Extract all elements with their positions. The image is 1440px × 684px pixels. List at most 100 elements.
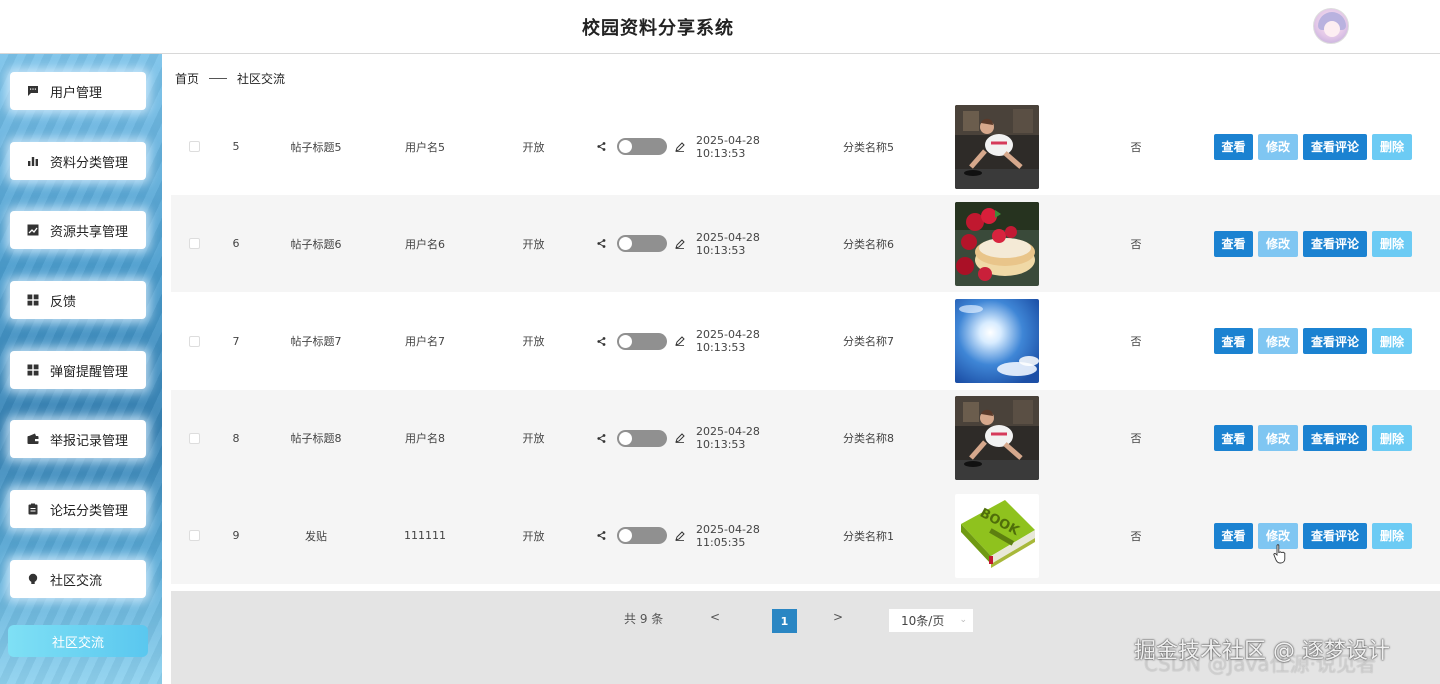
breadcrumb: 首页 社区交流 — [175, 70, 285, 87]
post-image-thumbnail[interactable] — [955, 299, 1039, 384]
table-row: 7 帖子标题7 用户名7 开放 2025-04-28 10:13:53 分类名称… — [171, 293, 1440, 390]
row-checkbox[interactable] — [188, 530, 200, 542]
sidebar-item-forum-category[interactable]: 论坛分类管理 — [10, 490, 146, 528]
view-comments-button[interactable]: 查看评论 — [1303, 328, 1367, 355]
table-row: 9 发贴 111111 开放 2025-04-28 11:05:35 分类名称1… — [171, 487, 1440, 585]
toggle-knob — [619, 529, 632, 543]
page-size-select[interactable]: 10条/页 ⌄ — [889, 609, 973, 632]
sidebar-item-resource-sharing[interactable]: 资源共享管理 — [10, 211, 146, 249]
edit-button[interactable]: 修改 — [1258, 425, 1298, 452]
status-toggle[interactable] — [617, 138, 667, 155]
post-user: 用户名5 — [405, 140, 445, 154]
view-button[interactable]: 查看 — [1214, 425, 1253, 452]
sidebar-item-report-records[interactable]: 举报记录管理 — [10, 420, 146, 458]
post-flag: 否 — [1130, 237, 1142, 251]
post-title: 帖子标题7 — [290, 335, 342, 349]
post-status: 开放 — [522, 140, 545, 154]
post-image-thumbnail[interactable] — [955, 201, 1039, 286]
post-category: 分类名称7 — [843, 335, 894, 349]
post-category: 分类名称1 — [843, 529, 894, 543]
breadcrumb-home[interactable]: 首页 — [175, 70, 199, 87]
delete-button[interactable]: 删除 — [1372, 133, 1412, 160]
view-button[interactable]: 查看 — [1214, 522, 1253, 549]
share-icon[interactable] — [596, 239, 606, 249]
post-image-thumbnail[interactable]: BOOK — [955, 493, 1039, 578]
post-flag: 否 — [1130, 335, 1142, 349]
post-category: 分类名称8 — [843, 432, 894, 446]
top-header: 校园资料分享系统 — [0, 0, 1440, 54]
row-index: 7 — [232, 334, 240, 348]
toggle-knob — [619, 431, 632, 445]
prev-page-button[interactable]: < — [710, 610, 720, 624]
status-toggle[interactable] — [617, 332, 667, 350]
post-title: 帖子标题8 — [290, 432, 342, 446]
share-icon[interactable] — [596, 336, 606, 346]
edit-pencil-icon[interactable] — [675, 239, 685, 249]
row-checkbox[interactable] — [188, 335, 200, 347]
view-comments-button[interactable]: 查看评论 — [1303, 133, 1367, 160]
status-toggle[interactable] — [617, 527, 667, 545]
post-flag: 否 — [1130, 529, 1142, 543]
post-status: 开放 — [522, 529, 545, 543]
delete-button[interactable]: 删除 — [1372, 425, 1412, 452]
edit-button[interactable]: 修改 — [1258, 230, 1298, 257]
sidebar-item-category-management[interactable]: 资料分类管理 — [10, 142, 146, 180]
post-image-thumbnail[interactable] — [955, 396, 1039, 481]
share-icon[interactable] — [596, 433, 606, 443]
breadcrumb-current: 社区交流 — [237, 72, 286, 86]
view-button[interactable]: 查看 — [1214, 328, 1253, 355]
post-flag: 否 — [1130, 432, 1142, 446]
sidebar-item-label: 资料分类管理 — [50, 155, 129, 171]
view-comments-button[interactable]: 查看评论 — [1303, 230, 1367, 257]
sidebar-item-community[interactable]: 社区交流 — [10, 560, 146, 598]
breadcrumb-separator — [209, 78, 228, 79]
edit-button[interactable]: 修改 — [1258, 133, 1298, 160]
post-status: 开放 — [522, 335, 545, 349]
edit-button[interactable]: 修改 — [1258, 328, 1298, 355]
share-icon[interactable] — [596, 531, 606, 541]
avatar-face — [1324, 21, 1340, 37]
line-chart-icon — [26, 223, 40, 237]
row-checkbox[interactable] — [188, 141, 200, 152]
sidebar-item-label: 用户管理 — [50, 85, 103, 101]
edit-pencil-icon[interactable] — [675, 336, 685, 346]
delete-button[interactable]: 删除 — [1372, 230, 1412, 257]
next-page-button[interactable]: > — [833, 610, 843, 624]
row-checkbox[interactable] — [188, 432, 200, 444]
mouse-cursor-icon — [1273, 544, 1287, 568]
grid-icon — [26, 293, 40, 307]
status-toggle[interactable] — [617, 429, 667, 447]
watermark-primary: 掘金技术社区 @ 逐梦设计 — [1134, 639, 1390, 664]
sidebar-item-feedback[interactable]: 反馈 — [10, 281, 146, 319]
post-image-thumbnail[interactable] — [955, 104, 1039, 189]
view-button[interactable]: 查看 — [1214, 230, 1253, 257]
edit-pencil-icon[interactable] — [675, 141, 685, 152]
app-title: 校园资料分享系统 — [582, 18, 734, 39]
sidebar-item-popup-reminder[interactable]: 弹窗提醒管理 — [10, 351, 146, 389]
edit-pencil-icon[interactable] — [675, 433, 685, 444]
edit-pencil-icon[interactable] — [675, 530, 685, 541]
toggle-knob — [619, 237, 632, 251]
sidebar-subitem-community[interactable]: 社区交流 — [8, 625, 148, 657]
delete-button[interactable]: 删除 — [1372, 328, 1412, 355]
post-user: 111111 — [404, 529, 446, 543]
message-icon — [26, 84, 40, 98]
page-number-current[interactable]: 1 — [772, 609, 797, 633]
table-row: 5 帖子标题5 用户名5 开放 2025-04-28 10:13:53 分类名称… — [171, 98, 1440, 195]
status-toggle[interactable] — [617, 235, 667, 253]
delete-button[interactable]: 删除 — [1372, 522, 1412, 549]
row-checkbox[interactable] — [188, 238, 200, 250]
bar-chart-icon — [26, 154, 40, 168]
post-category: 分类名称5 — [843, 140, 894, 154]
share-icon[interactable] — [596, 142, 606, 151]
post-time: 2025-04-28 10:13:53 — [696, 230, 760, 257]
toggle-knob — [619, 140, 632, 153]
sidebar-item-label: 反馈 — [50, 294, 77, 310]
view-comments-button[interactable]: 查看评论 — [1303, 522, 1367, 549]
view-button[interactable]: 查看 — [1214, 133, 1253, 160]
post-time: 2025-04-28 10:13:53 — [696, 425, 760, 452]
view-comments-button[interactable]: 查看评论 — [1303, 425, 1367, 452]
sidebar-item-user-management[interactable]: 用户管理 — [10, 72, 146, 110]
user-avatar[interactable] — [1313, 8, 1349, 44]
post-status: 开放 — [522, 237, 545, 251]
